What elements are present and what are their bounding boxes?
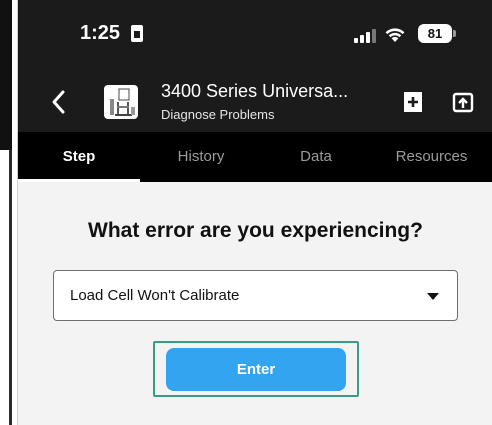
active-tab-indicator [18, 179, 140, 182]
add-note-icon[interactable] [400, 89, 426, 115]
cellular-signal-icon [354, 29, 376, 43]
wifi-icon [385, 28, 405, 42]
page-subtitle: Diagnose Problems [161, 107, 275, 122]
tab-bar: Step History Data Resources [18, 132, 492, 182]
error-select-value: Load Cell Won't Calibrate [70, 287, 240, 304]
app-header: 3400 Series Universa... Diagnose Problem… [18, 75, 492, 132]
error-select[interactable]: Load Cell Won't Calibrate [53, 270, 458, 321]
phone-screen: 1:25 81 3400 Series Universa... Diagnose… [17, 0, 492, 425]
question-heading: What error are you experiencing? [88, 219, 423, 242]
status-bar: 1:25 81 [18, 0, 492, 75]
back-icon[interactable] [44, 83, 74, 121]
adjacent-screen-header [0, 0, 12, 150]
enter-button[interactable]: Enter [166, 348, 346, 391]
tab-history[interactable]: History [140, 132, 262, 182]
adjacent-screen-divider [9, 150, 12, 425]
battery-icon: 81 [418, 24, 456, 43]
tab-data[interactable]: Data [262, 132, 370, 182]
status-time: 1:25 [80, 22, 121, 44]
machine-icon [110, 88, 135, 116]
tab-step[interactable]: Step [18, 132, 140, 182]
page-title: 3400 Series Universa... [161, 81, 349, 101]
tab-resources[interactable]: Resources [370, 132, 492, 182]
dropdown-caret-icon [427, 293, 439, 300]
share-icon[interactable] [450, 89, 476, 115]
sim-card-icon [131, 25, 143, 42]
instron-machine-thumbnail [104, 85, 138, 119]
adjacent-screen-edge [0, 0, 12, 425]
